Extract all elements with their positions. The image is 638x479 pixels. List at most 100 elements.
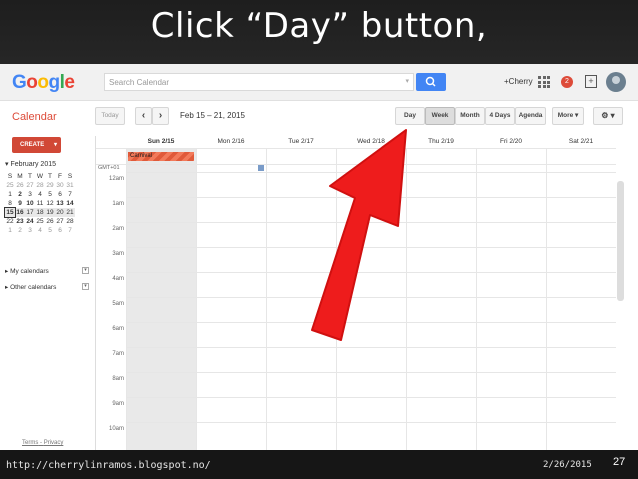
mini-day[interactable]: 6 bbox=[55, 190, 65, 199]
day-header[interactable]: Fri 2/20 bbox=[476, 136, 546, 148]
mini-day[interactable]: 28 bbox=[35, 181, 45, 190]
mini-day[interactable]: 27 bbox=[25, 181, 35, 190]
logo-letter: o bbox=[37, 72, 49, 93]
hour-label: 12am bbox=[108, 176, 124, 182]
mini-day[interactable]: 2 bbox=[15, 226, 25, 235]
grid-line bbox=[96, 148, 616, 149]
grid-line bbox=[126, 197, 616, 198]
mini-day[interactable]: 13 bbox=[55, 199, 65, 208]
grid-line bbox=[126, 322, 616, 323]
mini-day[interactable]: 16 bbox=[15, 208, 25, 217]
day-column[interactable] bbox=[336, 148, 407, 450]
mini-day[interactable]: 30 bbox=[55, 181, 65, 190]
day-header[interactable]: Thu 2/19 bbox=[406, 136, 476, 148]
mini-day[interactable]: 27 bbox=[55, 217, 65, 226]
hour-label: 8am bbox=[112, 376, 124, 382]
day-header[interactable]: Sun 2/15 bbox=[126, 136, 196, 148]
mini-day[interactable]: 31 bbox=[65, 181, 75, 190]
mini-day[interactable]: 20 bbox=[55, 208, 65, 217]
footer-url[interactable]: http://cherrylinramos.blogspot.no/ bbox=[6, 460, 211, 471]
mini-day[interactable]: 25 bbox=[5, 181, 15, 190]
mini-day[interactable]: 8 bbox=[5, 199, 15, 208]
mini-day[interactable]: 22 bbox=[5, 217, 15, 226]
mini-day[interactable]: 29 bbox=[45, 181, 55, 190]
chevron-down-icon[interactable]: ▾ bbox=[82, 267, 89, 274]
settings-button[interactable]: ⚙ ▾ bbox=[593, 107, 623, 125]
prev-button[interactable]: ‹ bbox=[135, 107, 152, 125]
search-button[interactable] bbox=[416, 73, 446, 91]
grid-line bbox=[126, 297, 616, 298]
grid-line bbox=[126, 397, 616, 398]
view-day-button[interactable]: Day bbox=[395, 107, 425, 125]
view-month-button[interactable]: Month bbox=[455, 107, 485, 125]
day-header[interactable]: Mon 2/16 bbox=[196, 136, 266, 148]
mini-day[interactable]: 25 bbox=[35, 217, 45, 226]
terms-link[interactable]: Terms bbox=[22, 440, 38, 446]
mini-day[interactable]: 24 bbox=[25, 217, 35, 226]
apps-grid-icon[interactable] bbox=[538, 76, 550, 88]
weekday-label: W bbox=[36, 173, 44, 180]
collapse-icon[interactable] bbox=[258, 165, 264, 171]
day-column[interactable] bbox=[476, 148, 547, 450]
mini-day[interactable]: 1 bbox=[5, 190, 15, 199]
mini-day[interactable]: 26 bbox=[15, 181, 25, 190]
mini-day[interactable]: 12 bbox=[45, 199, 55, 208]
mini-day[interactable]: 7 bbox=[65, 226, 75, 235]
slide-title: Click “Day” button, bbox=[150, 6, 488, 46]
mini-day[interactable]: 17 bbox=[25, 208, 35, 217]
mini-day[interactable]: 19 bbox=[45, 208, 55, 217]
avatar[interactable] bbox=[606, 72, 626, 92]
search-dropdown-icon[interactable]: ▾ bbox=[405, 77, 409, 85]
mini-day[interactable]: 5 bbox=[45, 226, 55, 235]
mini-day[interactable]: 2 bbox=[15, 190, 25, 199]
mini-day-today[interactable]: 15 bbox=[4, 207, 16, 218]
day-header[interactable]: Tue 2/17 bbox=[266, 136, 336, 148]
day-header[interactable]: Wed 2/18 bbox=[336, 136, 406, 148]
day-column[interactable] bbox=[546, 148, 617, 450]
notification-icon[interactable]: 2 bbox=[561, 76, 573, 88]
other-calendars-toggle[interactable]: ▸ Other calendars ▾ bbox=[5, 283, 89, 291]
mini-day[interactable]: 3 bbox=[25, 226, 35, 235]
share-icon[interactable]: + bbox=[585, 75, 597, 88]
all-day-event[interactable]: Carnival bbox=[128, 152, 194, 161]
day-column[interactable] bbox=[406, 148, 477, 450]
mini-day[interactable]: 6 bbox=[55, 226, 65, 235]
chevron-down-icon[interactable]: ▾ bbox=[82, 283, 89, 290]
mini-day[interactable]: 3 bbox=[25, 190, 35, 199]
mini-day[interactable]: 9 bbox=[15, 199, 25, 208]
mini-day[interactable]: 5 bbox=[45, 190, 55, 199]
view-week-button[interactable]: Week bbox=[425, 107, 455, 125]
search-input[interactable]: Search Calendar ▾ bbox=[104, 73, 414, 91]
mini-day[interactable]: 23 bbox=[15, 217, 25, 226]
mini-day[interactable]: 4 bbox=[35, 226, 45, 235]
day-header[interactable]: Sat 2/21 bbox=[546, 136, 616, 148]
mini-calendar-header[interactable]: ▾ February 2015 bbox=[5, 160, 93, 168]
mini-day[interactable]: 18 bbox=[35, 208, 45, 217]
view-4days-button[interactable]: 4 Days bbox=[485, 107, 515, 125]
mini-day[interactable]: 7 bbox=[65, 190, 75, 199]
day-column[interactable] bbox=[196, 148, 267, 450]
user-link[interactable]: +Cherry bbox=[504, 77, 533, 86]
mini-day[interactable]: 10 bbox=[25, 199, 35, 208]
scrollbar[interactable] bbox=[617, 181, 624, 301]
mini-day[interactable]: 11 bbox=[35, 199, 45, 208]
date-range: Feb 15 – 21, 2015 bbox=[180, 111, 245, 120]
mini-day[interactable]: 21 bbox=[65, 208, 75, 217]
next-button[interactable]: › bbox=[152, 107, 169, 125]
my-calendars-toggle[interactable]: ▸ My calendars ▾ bbox=[5, 267, 89, 275]
day-column[interactable] bbox=[266, 148, 337, 450]
mini-day[interactable]: 4 bbox=[35, 190, 45, 199]
mini-day[interactable]: 26 bbox=[45, 217, 55, 226]
more-button[interactable]: More ▾ bbox=[552, 107, 584, 125]
create-button[interactable]: CREATE ▾ bbox=[12, 137, 61, 153]
today-button[interactable]: Today bbox=[95, 107, 125, 125]
mini-day[interactable]: 28 bbox=[65, 217, 75, 226]
day-column[interactable] bbox=[126, 148, 197, 450]
mini-day[interactable]: 14 bbox=[65, 199, 75, 208]
view-agenda-button[interactable]: Agenda bbox=[515, 107, 546, 125]
mini-day[interactable]: 1 bbox=[5, 226, 15, 235]
page-number: 27 bbox=[613, 456, 626, 468]
calendar-screenshot: Google Search Calendar ▾ +Cherry 2 + Cal… bbox=[0, 64, 638, 450]
privacy-link[interactable]: Privacy bbox=[44, 440, 64, 446]
google-logo[interactable]: Google bbox=[12, 72, 75, 94]
